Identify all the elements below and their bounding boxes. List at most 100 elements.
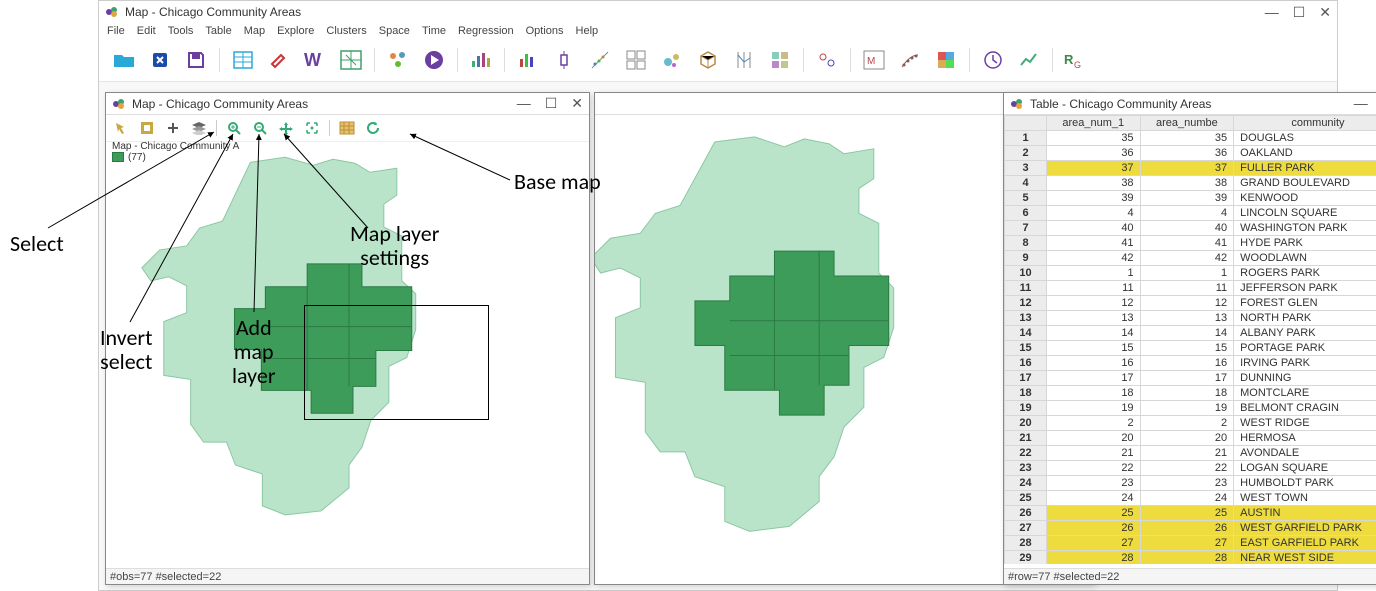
col-header[interactable]: community	[1234, 116, 1376, 131]
main-close-button[interactable]: ✕	[1319, 4, 1331, 21]
table-row[interactable]: 272626WEST GARFIELD PARK	[1005, 521, 1376, 536]
pan-icon[interactable]	[277, 119, 295, 137]
save-icon[interactable]	[181, 45, 211, 75]
table-title: Table - Chicago Community Areas	[1030, 97, 1211, 111]
table-row[interactable]: 181818MONTCLARE	[1005, 386, 1376, 401]
table-row[interactable]: 13535DOUGLAS	[1005, 131, 1376, 146]
scatter-matrix-icon[interactable]	[621, 45, 651, 75]
moran-icon[interactable]: M	[859, 45, 889, 75]
open-icon[interactable]	[109, 45, 139, 75]
time-icon[interactable]	[978, 45, 1008, 75]
pcp-icon[interactable]	[729, 45, 759, 75]
table-row[interactable]: 23636OAKLAND	[1005, 146, 1376, 161]
menu-help[interactable]: Help	[576, 25, 599, 37]
conditional-icon[interactable]	[765, 45, 795, 75]
map-window: Map - Chicago Community Areas — ☐ ✕ Map …	[105, 92, 590, 585]
layer-settings-icon[interactable]	[190, 119, 208, 137]
bubble-icon[interactable]	[657, 45, 687, 75]
regression-icon[interactable]: RG	[1061, 45, 1091, 75]
table-icon[interactable]	[228, 45, 258, 75]
select-tool-icon[interactable]	[112, 119, 130, 137]
mapa-canvas[interactable]	[106, 137, 589, 566]
table-body[interactable]: area_num_1area_numbecommunitys 13535DOUG…	[1004, 115, 1376, 564]
table-titlebar: Table - Chicago Community Areas — ☐ ✕	[1004, 93, 1376, 115]
invert-select-icon[interactable]	[138, 119, 156, 137]
table-row[interactable]: 644LINCOLN SQUARE	[1005, 206, 1376, 221]
menu-options[interactable]: Options	[526, 25, 564, 37]
weights-icon[interactable]: W	[300, 45, 330, 75]
menu-space[interactable]: Space	[379, 25, 410, 37]
lisa-icon[interactable]	[931, 45, 961, 75]
cluster-icon[interactable]	[383, 45, 413, 75]
table-row[interactable]: 33737FULLER PARK	[1005, 161, 1376, 176]
table-row[interactable]: 242323HUMBOLDT PARK	[1005, 476, 1376, 491]
table-row[interactable]: 252424WEST TOWN	[1005, 491, 1376, 506]
mapa-close[interactable]: ✕	[571, 95, 583, 112]
table-minimize[interactable]: —	[1354, 95, 1368, 112]
table-row[interactable]: 94242WOODLAWN	[1005, 251, 1376, 266]
mapa-titlebar: Map - Chicago Community Areas — ☐ ✕	[106, 93, 589, 115]
menu-map[interactable]: Map	[244, 25, 265, 37]
table-row[interactable]: 111111JEFFERSON PARK	[1005, 281, 1376, 296]
scatter-icon[interactable]	[585, 45, 615, 75]
callout-select: Select	[10, 232, 64, 256]
table-row[interactable]: 222121AVONDALE	[1005, 446, 1376, 461]
table-row[interactable]: 282727EAST GARFIELD PARK	[1005, 536, 1376, 551]
main-minimize-button[interactable]: —	[1265, 4, 1279, 21]
table-row[interactable]: 74040WASHINGTON PARK	[1005, 221, 1376, 236]
col-header[interactable]: area_numbe	[1140, 116, 1234, 131]
table-row[interactable]: 84141HYDE PARK	[1005, 236, 1376, 251]
table-row[interactable]: 151515PORTAGE PARK	[1005, 341, 1376, 356]
table-row[interactable]: 262525AUSTIN	[1005, 506, 1376, 521]
cube-icon[interactable]	[693, 45, 723, 75]
table-row[interactable]: 2022WEST RIDGE	[1005, 416, 1376, 431]
menu-edit[interactable]: Edit	[137, 25, 156, 37]
menu-clusters[interactable]: Clusters	[326, 25, 366, 37]
menu-table[interactable]: Table	[205, 25, 231, 37]
table-window: Table - Chicago Community Areas — ☐ ✕ ar…	[1003, 92, 1376, 585]
table-row[interactable]: 292828NEAR WEST SIDE	[1005, 551, 1376, 565]
map-icon[interactable]	[336, 45, 366, 75]
selection-rectangle[interactable]	[304, 305, 489, 420]
svg-text:R: R	[1064, 52, 1074, 67]
table-row[interactable]: 171717DUNNING	[1005, 371, 1376, 386]
table-row[interactable]: 1011ROGERS PARK	[1005, 266, 1376, 281]
basemap-icon[interactable]	[338, 119, 356, 137]
trend-icon[interactable]	[1014, 45, 1044, 75]
boxplot-icon[interactable]	[549, 45, 579, 75]
mapa-maximize[interactable]: ☐	[545, 95, 558, 112]
table-status: #row=77 #selected=22	[1004, 568, 1376, 584]
table-row[interactable]: 232222LOGAN SQUARE	[1005, 461, 1376, 476]
menu-tools[interactable]: Tools	[168, 25, 194, 37]
table-row[interactable]: 212020HERMOSA	[1005, 431, 1376, 446]
histogram-icon[interactable]	[466, 45, 496, 75]
table-row[interactable]: 43838GRAND BOULEVARD	[1005, 176, 1376, 191]
menu-time[interactable]: Time	[422, 25, 446, 37]
zoom-in-icon[interactable]	[225, 119, 243, 137]
full-extent-icon[interactable]	[303, 119, 321, 137]
table-row[interactable]: 141414ALBANY PARK	[1005, 326, 1376, 341]
table-row[interactable]: 121212FOREST GLEN	[1005, 296, 1376, 311]
play-icon[interactable]	[419, 45, 449, 75]
refresh-icon[interactable]	[364, 119, 382, 137]
spatial-corr-icon[interactable]	[895, 45, 925, 75]
cluster-maps-icon[interactable]	[812, 45, 842, 75]
col-header[interactable]	[1005, 116, 1047, 131]
tools-icon[interactable]	[264, 45, 294, 75]
main-maximize-button[interactable]: ☐	[1293, 4, 1306, 21]
menu-file[interactable]: File	[107, 25, 125, 37]
menu-explore[interactable]: Explore	[277, 25, 314, 37]
data-table[interactable]: area_num_1area_numbecommunitys 13535DOUG…	[1004, 115, 1376, 564]
table-row[interactable]: 131313NORTH PARK	[1005, 311, 1376, 326]
close-project-icon[interactable]	[145, 45, 175, 75]
col-header[interactable]: area_num_1	[1047, 116, 1141, 131]
mapa-minimize[interactable]: —	[517, 95, 531, 112]
mapa-status: #obs=77 #selected=22	[106, 568, 589, 584]
table-row[interactable]: 191919BELMONT CRAGIN	[1005, 401, 1376, 416]
zoom-out-icon[interactable]	[251, 119, 269, 137]
add-layer-icon[interactable]	[164, 119, 182, 137]
menu-regression[interactable]: Regression	[458, 25, 514, 37]
bars-icon[interactable]	[513, 45, 543, 75]
table-row[interactable]: 161616IRVING PARK	[1005, 356, 1376, 371]
table-row[interactable]: 53939KENWOOD	[1005, 191, 1376, 206]
